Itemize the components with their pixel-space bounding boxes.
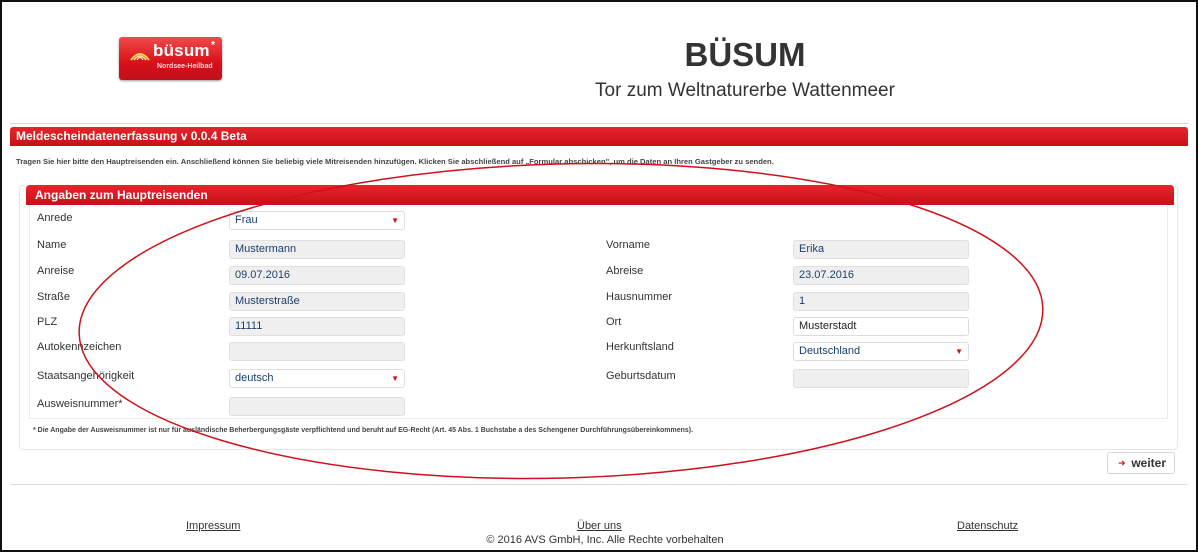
impressum-link[interactable]: Impressum <box>186 520 240 532</box>
staatsangehoerigkeit-value: deutsch <box>235 372 274 384</box>
copyright: © 2016 AVS GmbH, Inc. Alle Rechte vorbeh… <box>486 534 724 546</box>
weiter-button[interactable]: ➜ weiter <box>1107 452 1175 474</box>
hausnummer-label: Hausnummer <box>606 291 673 303</box>
herkunftsland-value: Deutschland <box>799 345 861 357</box>
form-box <box>29 205 1168 419</box>
herkunftsland-label: Herkunftsland <box>606 341 674 353</box>
page-subtitle: Tor zum Weltnaturerbe Wattenmeer <box>595 80 895 101</box>
anrede-select[interactable]: Frau ▼ <box>229 211 405 230</box>
anrede-value: Frau <box>235 214 258 226</box>
vorname-label: Vorname <box>606 239 651 251</box>
page-header: büsum * Nordsee-Heilbad BÜSUM Tor zum We… <box>0 0 1198 125</box>
herkunftsland-select[interactable]: Deutschland ▼ <box>793 342 969 361</box>
dropdown-arrow-icon: ▼ <box>955 347 963 356</box>
vorname-field[interactable]: Erika <box>793 240 969 259</box>
strasse-field[interactable]: Musterstraße <box>229 292 405 311</box>
strasse-label: Straße <box>37 291 71 303</box>
page-title: BÜSUM <box>684 36 806 73</box>
anreise-label: Anreise <box>37 265 75 277</box>
logo-word: büsum <box>153 41 210 60</box>
weiter-label: weiter <box>1131 456 1166 470</box>
ausweisnummer-field[interactable] <box>229 397 405 416</box>
anrede-label: Anrede <box>37 212 73 224</box>
staatsangehoerigkeit-label: Staatsangehörigkeit <box>37 370 135 382</box>
app-titlebar: Meldescheindatenerfassung v 0.0.4 Beta <box>10 127 1188 146</box>
hausnummer-field[interactable]: 1 <box>793 292 969 311</box>
header-divider <box>10 123 1188 124</box>
footnote: * Die Angabe der Ausweisnummer ist nur f… <box>33 427 694 434</box>
ort-field[interactable]: Musterstadt <box>793 317 969 336</box>
anreise-field[interactable]: 09.07.2016 <box>229 266 405 285</box>
plz-field[interactable]: 11111 <box>229 317 405 336</box>
panel-title: Angaben zum Hauptreisenden <box>26 185 1174 205</box>
dropdown-arrow-icon: ▼ <box>391 374 399 383</box>
autokennzeichen-label: Autokennzeichen <box>37 341 122 353</box>
logo-subtitle: Nordsee-Heilbad <box>157 63 213 70</box>
intro-text: Tragen Sie hier bitte den Hauptreisenden… <box>16 157 774 166</box>
sun-icon <box>130 53 150 61</box>
dropdown-arrow-icon: ▼ <box>391 216 399 225</box>
name-field[interactable]: Mustermann <box>229 240 405 259</box>
autokennzeichen-field[interactable] <box>229 342 405 361</box>
ort-label: Ort <box>606 316 622 328</box>
footer-divider <box>10 484 1188 485</box>
staatsangehoerigkeit-select[interactable]: deutsch ▼ <box>229 369 405 388</box>
geburtsdatum-field[interactable] <box>793 369 969 388</box>
arrow-right-icon: ➜ <box>1118 458 1126 468</box>
ueber-uns-link[interactable]: Über uns <box>577 520 622 532</box>
buesum-logo[interactable]: büsum * Nordsee-Heilbad <box>119 37 222 80</box>
abreise-label: Abreise <box>606 265 644 277</box>
datenschutz-link[interactable]: Datenschutz <box>957 520 1018 532</box>
ausweisnummer-label: Ausweisnummer* <box>37 398 123 410</box>
name-label: Name <box>37 239 67 251</box>
geburtsdatum-label: Geburtsdatum <box>606 370 676 382</box>
abreise-field[interactable]: 23.07.2016 <box>793 266 969 285</box>
logo-star: * <box>211 40 215 51</box>
plz-label: PLZ <box>37 316 58 328</box>
